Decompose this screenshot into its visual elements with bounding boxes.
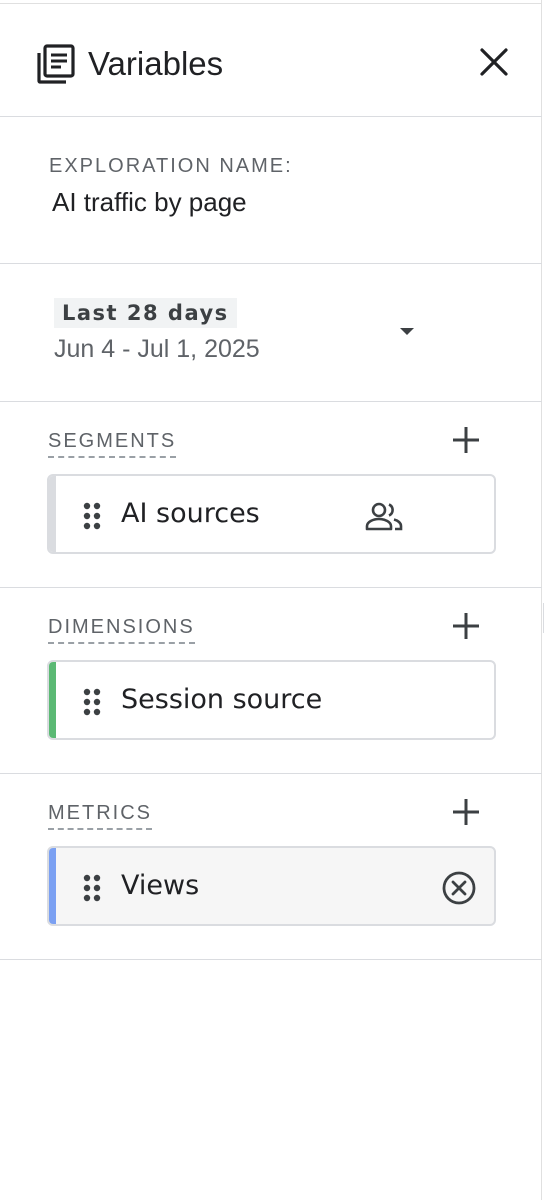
dimension-label: Session source xyxy=(121,684,323,715)
chip-accent-bar xyxy=(49,476,56,552)
segments-title: SEGMENTS xyxy=(48,428,177,458)
canvas-edge xyxy=(542,0,548,1200)
segments-section: SEGMENTS AI sources xyxy=(0,402,542,588)
date-preset-chip[interactable]: Last 28 days xyxy=(54,298,237,328)
date-range-section[interactable]: Last 28 days Jun 4 - Jul 1, 2025 xyxy=(0,264,542,402)
date-range-text: Jun 4 - Jul 1, 2025 xyxy=(54,335,260,363)
exploration-name-label: EXPLORATION NAME: xyxy=(49,155,293,177)
add-segment-button[interactable] xyxy=(446,422,486,462)
metrics-title: METRICS xyxy=(48,800,152,830)
chip-accent-bar xyxy=(49,848,56,924)
close-icon xyxy=(478,46,510,83)
canvas-divider xyxy=(543,603,544,633)
list-document-icon xyxy=(36,43,76,85)
plus-icon xyxy=(451,797,481,832)
add-dimension-button[interactable] xyxy=(446,608,486,648)
segment-chip-ai-sources[interactable]: AI sources xyxy=(47,474,496,554)
people-icon xyxy=(365,496,405,536)
metric-label: Views xyxy=(121,870,200,901)
metric-chip-views[interactable]: Views xyxy=(47,846,496,926)
dimension-chip-session-source[interactable]: Session source xyxy=(47,660,496,740)
close-button[interactable] xyxy=(474,42,514,86)
drag-handle-icon[interactable] xyxy=(82,687,102,717)
add-metric-button[interactable] xyxy=(446,794,486,834)
dimensions-section: DIMENSIONS Session source xyxy=(0,588,542,774)
metrics-section: METRICS Views xyxy=(0,774,542,960)
panel-header: Variables xyxy=(0,4,542,117)
panel-title: Variables xyxy=(88,45,224,82)
remove-circle-icon[interactable] xyxy=(439,868,479,908)
drag-handle-icon[interactable] xyxy=(82,501,102,531)
plus-icon xyxy=(451,611,481,646)
variables-panel: Variables EXPLORATION NAME: AI traffic b… xyxy=(0,0,542,1200)
exploration-name-section: EXPLORATION NAME: AI traffic by page xyxy=(0,117,542,264)
drag-handle-icon[interactable] xyxy=(82,873,102,903)
exploration-name-input[interactable]: AI traffic by page xyxy=(52,185,247,219)
chip-accent-bar xyxy=(49,662,56,738)
dimensions-title: DIMENSIONS xyxy=(48,614,195,644)
segment-label: AI sources xyxy=(121,498,260,529)
caret-down-icon[interactable] xyxy=(393,322,421,342)
plus-icon xyxy=(451,425,481,460)
